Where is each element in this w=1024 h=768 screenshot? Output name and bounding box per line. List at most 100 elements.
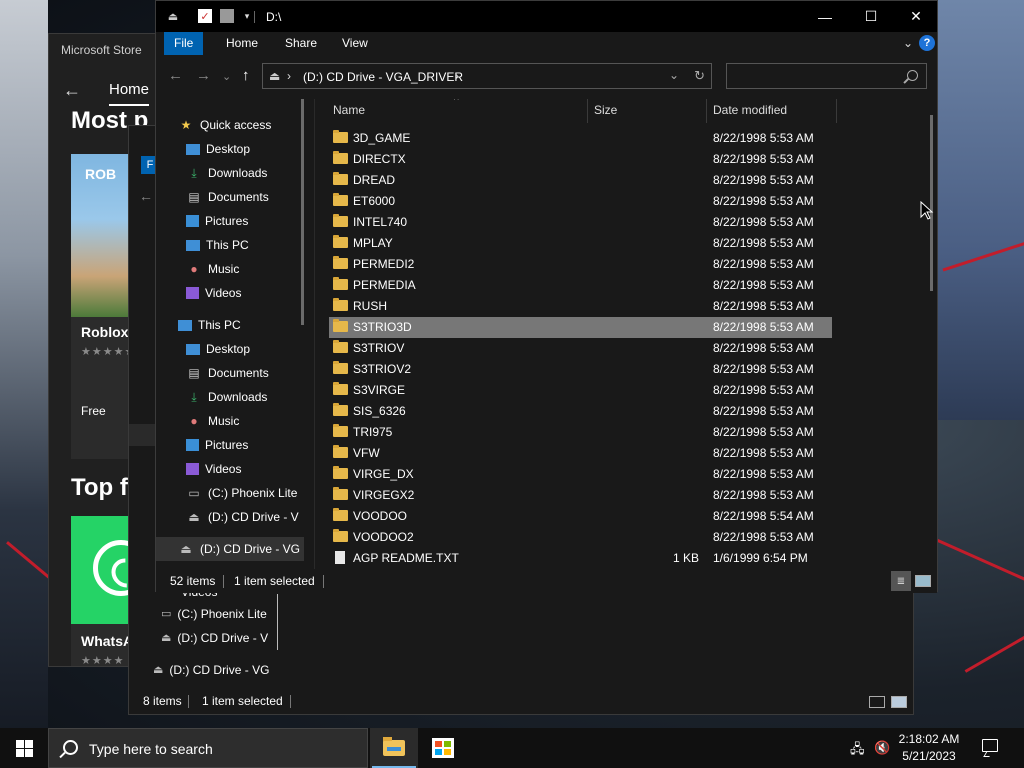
nav-pc-music[interactable]: ● Music [186,409,239,433]
start-button[interactable] [0,728,48,768]
nav-pane-scrollbar[interactable] [301,99,304,325]
file-name: DIRECTX [353,152,406,166]
nav-item-desktop[interactable]: Desktop 📌 [186,137,250,161]
folder-row[interactable]: S3TRIOV 8/22/1998 5:53 AM [329,338,832,359]
column-header-date-modified[interactable]: Date modified [713,99,787,121]
folder-row[interactable]: ET6000 8/22/1998 5:53 AM [329,191,832,212]
folder-row[interactable]: INTEL740 8/22/1998 5:53 AM [329,212,832,233]
file-row[interactable]: AGP README.TXT 1 KB 1/6/1999 6:54 PM [329,548,832,569]
folder-row[interactable]: DIRECTX 8/22/1998 5:53 AM [329,149,832,170]
store-home-tab[interactable]: Home [109,81,149,98]
nav-item-documents[interactable]: ▤ Documents 📌 [186,185,268,209]
folder-row[interactable]: VFW 8/22/1998 5:53 AM [329,443,832,464]
expand-ribbon-chevron-icon[interactable]: ⌄ [903,36,913,50]
properties-icon[interactable]: ✓ [198,9,212,23]
recent-locations-chevron-icon[interactable]: ⌄ [222,70,231,83]
tab-view[interactable]: View [332,32,378,55]
breadcrumb-chevron-icon[interactable]: › [455,69,459,83]
nav-pc-desktop[interactable]: Desktop [186,337,250,361]
back-arrow-icon[interactable]: ← [168,67,183,84]
folder-row[interactable]: S3TRIO3D 8/22/1998 5:53 AM [329,317,832,338]
close-icon[interactable]: ✕ [893,1,939,32]
mouse-cursor-icon [920,201,934,220]
tab-share[interactable]: Share [275,32,327,55]
customize-toolbar-icon[interactable]: ▾ [240,9,254,23]
refresh-icon[interactable]: ↻ [694,68,705,84]
folder-row[interactable]: S3TRIOV2 8/22/1998 5:53 AM [329,359,832,380]
nav-item-this-pc-pinned[interactable]: This PC 📌 [186,233,249,257]
folder-row[interactable]: RUSH 8/22/1998 5:53 AM [329,296,832,317]
nav-this-pc[interactable]: This PC [178,313,241,337]
folder-row[interactable]: 3D_GAME 8/22/1998 5:53 AM [329,128,832,149]
folder-row[interactable]: PERMEDIA 8/22/1998 5:53 AM [329,275,832,296]
column-divider[interactable] [587,99,588,123]
network-icon[interactable]: 🖧 [850,740,865,762]
minimize-icon[interactable]: — [802,1,848,32]
file-date-modified: 8/22/1998 5:53 AM [713,278,814,292]
nav-item-label: (C:) Phoenix Lite [177,607,267,621]
up-arrow-icon[interactable]: ↑ [242,67,250,84]
back-arrow-icon[interactable]: ← [63,80,81,101]
folder-row[interactable]: SIS_6326 8/22/1998 5:53 AM [329,401,832,422]
forward-arrow-icon[interactable]: → [196,67,211,84]
folder-row[interactable]: MPLAY 8/22/1998 5:53 AM [329,233,832,254]
breadcrumb-path[interactable]: (D:) CD Drive - VGA_DRIVER [303,70,463,84]
nav-item-pictures[interactable]: Pictures 📌 [186,209,248,233]
taskbar-microsoft-store[interactable] [419,728,467,768]
large-icons-view-icon[interactable] [891,696,907,708]
search-icon[interactable] [907,70,918,81]
maximize-icon[interactable]: ☐ [848,1,894,32]
breadcrumb-chevron-icon[interactable]: › [287,69,291,83]
nav-pc-videos[interactable]: Videos [186,457,241,481]
search-input[interactable] [726,63,927,89]
address-dropdown-chevron-icon[interactable]: ⌄ [669,68,679,82]
nav-pc-documents[interactable]: ▤ Documents [186,361,268,385]
nav-pc-c-drive[interactable]: ▭ (C:) Phoenix Lite [186,481,297,505]
nav-item-c-drive[interactable]: ▭ (C:) Phoenix Lite [161,603,267,625]
nav-quick-access[interactable]: ★ Quick access [178,113,272,137]
tab-file[interactable]: File [164,32,204,55]
back-arrow-icon[interactable]: ← [139,188,153,204]
nav-pc-downloads[interactable]: ⤓ Downloads [186,385,267,409]
nav-d-drive-selected[interactable]: ⏏ (D:) CD Drive - VG [156,537,304,561]
large-icons-view-icon[interactable] [915,575,931,587]
nav-pc-pictures[interactable]: Pictures [186,433,248,457]
folder-row[interactable]: VOODOO2 8/22/1998 5:53 AM [329,527,832,548]
file-explorer-window[interactable]: ⏏ ✓ ▾ D:\ — ☐ ✕ File Home Share View ⌄ ?… [155,0,938,593]
folder-row[interactable]: VIRGE_DX 8/22/1998 5:53 AM [329,464,832,485]
documents-icon: ▤ [188,190,200,204]
nav-item-d-drive[interactable]: ⏏ (D:) CD Drive - V [161,627,268,649]
file-size: 1 KB [672,551,699,565]
nav-pc-d-drive[interactable]: ⏏ (D:) CD Drive - V [186,505,298,529]
nav-item-downloads[interactable]: ⤓ Downloads 📌 [186,161,267,185]
nav-item-videos[interactable]: Videos [186,281,241,305]
file-name: MPLAY [353,236,393,250]
pane-divider[interactable] [314,99,315,569]
nav-item-d-drive-root[interactable]: ⏏ (D:) CD Drive - VG [153,659,269,681]
column-header-name[interactable]: Name [333,99,365,121]
taskbar-search-box[interactable]: Type here to search [48,728,368,768]
details-view-icon[interactable]: ≣ [891,571,911,591]
nav-pane-scrollbar[interactable] [277,594,278,650]
folder-row[interactable]: S3VIRGE 8/22/1998 5:53 AM [329,380,832,401]
folder-row[interactable]: VOODOO 8/22/1998 5:54 AM [329,506,832,527]
volume-muted-icon[interactable]: 🔇 [874,740,890,756]
taskbar-file-explorer[interactable] [370,728,418,768]
column-divider[interactable] [836,99,837,123]
folder-row[interactable]: TRI975 8/22/1998 5:53 AM [329,422,832,443]
system-clock[interactable]: 2:18:02 AM 5/21/2023 [894,731,964,765]
help-icon[interactable]: ? [919,35,935,51]
folder-row[interactable]: DREAD 8/22/1998 5:53 AM [329,170,832,191]
column-divider[interactable] [706,99,707,123]
folder-icon [333,424,348,437]
tab-home[interactable]: Home [216,32,268,55]
title-bar[interactable]: ⏏ ✓ ▾ D:\ — ☐ ✕ [156,1,937,32]
action-center-icon[interactable] [982,739,998,752]
column-header-size[interactable]: Size [594,99,617,121]
folder-row[interactable]: VIRGEGX2 8/22/1998 5:53 AM [329,485,832,506]
nav-item-music[interactable]: ● Music [186,257,239,281]
address-bar[interactable]: ⏏ › (D:) CD Drive - VGA_DRIVER › ⌄ ↻ [262,63,712,89]
folder-row[interactable]: PERMEDI2 8/22/1998 5:53 AM [329,254,832,275]
details-view-icon[interactable] [869,696,885,708]
new-folder-icon[interactable] [220,9,234,23]
